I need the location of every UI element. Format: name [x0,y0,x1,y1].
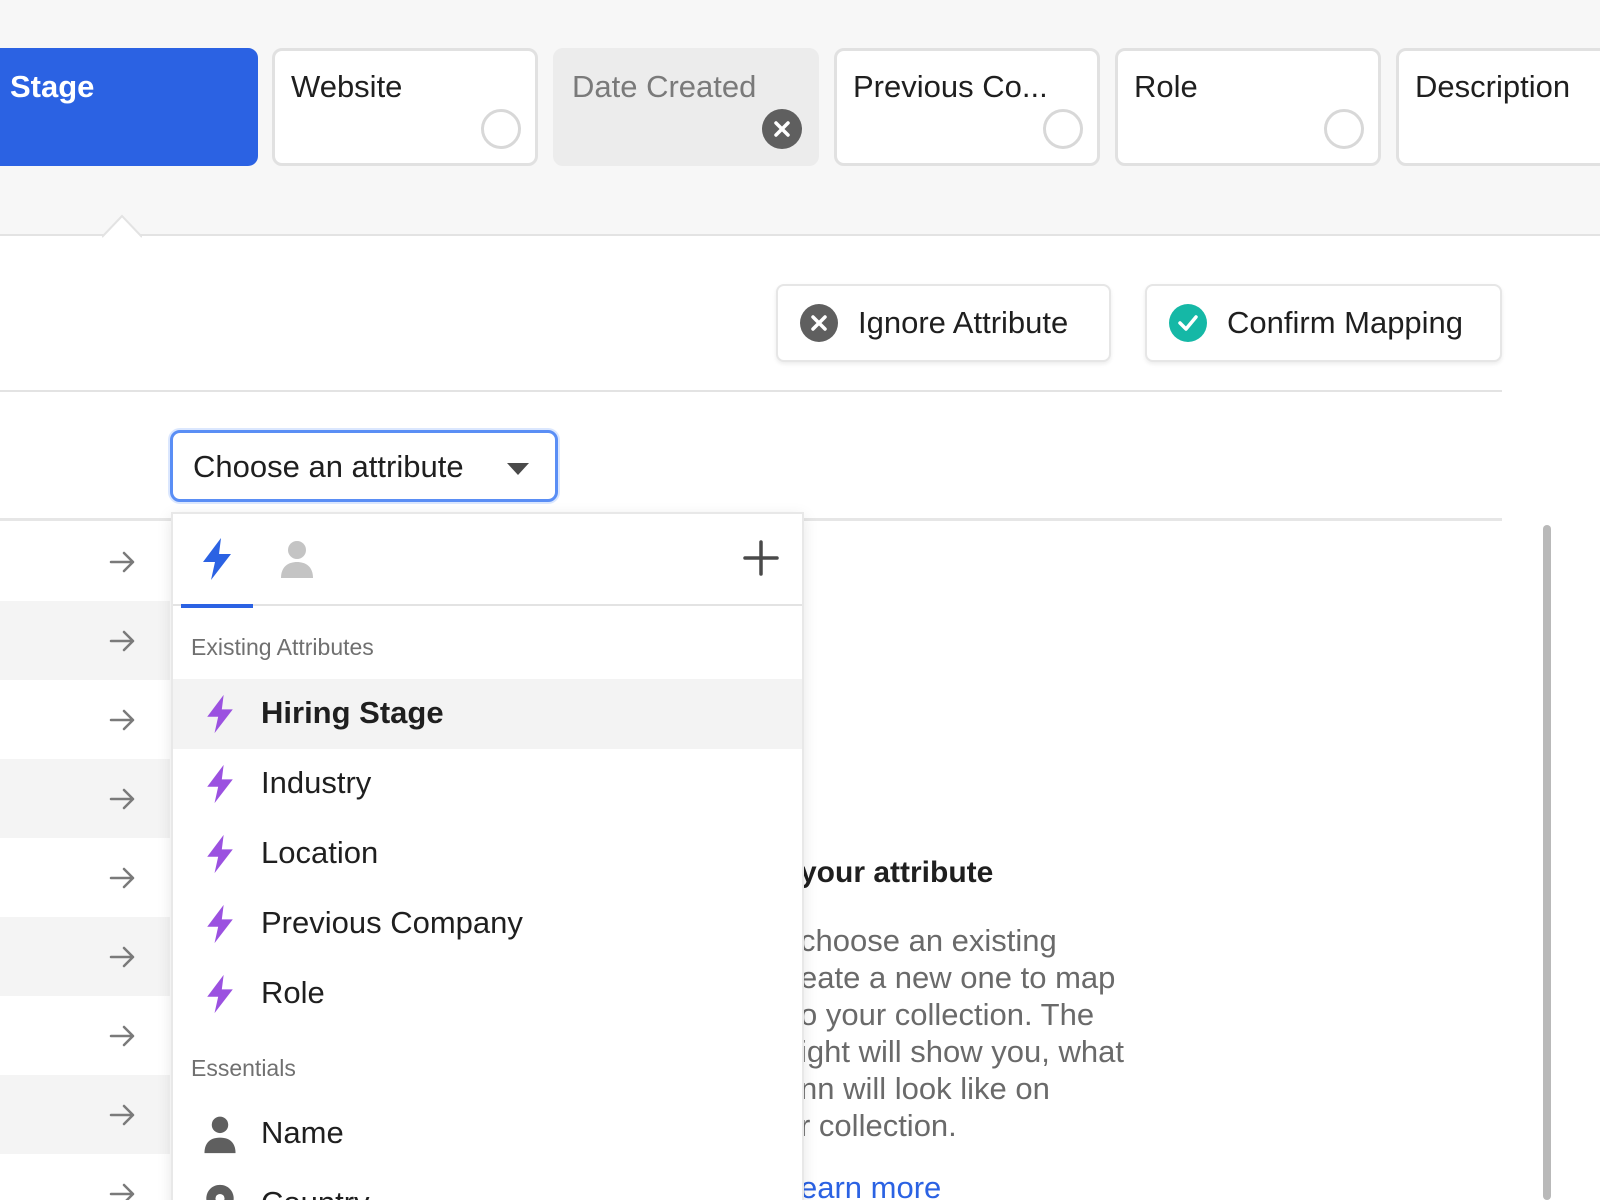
column-card-website[interactable]: Website [272,48,538,166]
list-item-label: Country [261,1185,370,1200]
column-label: Date Created [572,69,756,105]
ignore-attribute-label: Ignore Attribute [858,305,1068,341]
column-label: Website [291,69,402,105]
list-item-industry[interactable]: Industry [173,749,802,819]
list-item-hiring-stage[interactable]: Hiring Stage [173,679,802,749]
table-row [0,996,170,1075]
lightning-icon [201,693,239,735]
arrow-right-icon [108,1180,136,1200]
group-title-existing: Existing Attributes [191,634,374,661]
active-column-caret [102,212,142,236]
unmapped-circle-icon [1043,109,1083,149]
ignore-x-icon [800,304,838,342]
column-label: Description [1415,69,1570,105]
check-circle-icon [1169,304,1207,342]
tab-people[interactable] [253,514,333,606]
lightning-icon [197,536,237,582]
attribute-dropdown: Existing Attributes Hiring Stage Industr… [171,512,804,1200]
info-line: o your collection. The [800,996,1180,1033]
table-row [0,917,170,996]
arrow-right-icon [108,943,136,971]
attribute-select-value: Choose an attribute [193,449,464,485]
learn-more-link[interactable]: earn more [800,1170,941,1200]
divider [0,390,1502,392]
arrow-right-icon [108,1022,136,1050]
list-item-label: Role [261,975,325,1011]
column-strip: Stage Website Date Created Previous Co..… [0,0,1600,236]
attribute-select[interactable]: Choose an attribute [170,430,558,502]
info-line: choose an existing [800,922,1180,959]
list-item-name[interactable]: Name [173,1099,802,1169]
column-card-role[interactable]: Role [1115,48,1381,166]
table-row [0,522,170,601]
lightning-icon [201,763,239,805]
table-row [0,601,170,680]
column-label: Role [1134,69,1198,105]
info-line: r collection. [800,1107,1180,1144]
table-row [0,838,170,917]
arrow-right-icon [108,864,136,892]
scrollbar[interactable] [1543,525,1551,1200]
tab-attributes[interactable] [173,514,253,606]
unmapped-circle-icon [1324,109,1364,149]
chevron-down-icon [507,463,529,475]
arrow-right-icon [108,548,136,576]
table-row [0,1154,170,1200]
plus-icon[interactable] [741,538,781,578]
arrow-right-icon [108,785,136,813]
column-card-description[interactable]: Description [1396,48,1600,166]
arrow-right-icon [108,627,136,655]
unmapped-circle-icon [481,109,521,149]
confirm-mapping-button[interactable]: Confirm Mapping [1145,284,1502,362]
lightning-icon [201,903,239,945]
info-title: your attribute [800,856,993,890]
group-title-essentials: Essentials [191,1055,296,1082]
arrow-right-icon [108,1101,136,1129]
person-icon [277,536,317,582]
info-text: choose an existing eate a new one to map… [800,922,1180,1144]
table-row [0,680,170,759]
dropdown-tabs [173,514,802,606]
list-item-label: Name [261,1115,344,1151]
table-row [0,759,170,838]
ignored-x-icon [762,109,802,149]
column-card-previous-company[interactable]: Previous Co... [834,48,1100,166]
list-item-country[interactable]: Country [173,1169,802,1200]
info-line: nn will look like on [800,1070,1180,1107]
info-line: eate a new one to map [800,959,1180,996]
lightning-icon [201,973,239,1015]
list-item-label: Previous Company [261,905,523,941]
lightning-icon [201,833,239,875]
arrow-right-icon [108,706,136,734]
list-item-label: Location [261,835,378,871]
location-pin-icon [201,1183,239,1200]
column-label: Stage [10,69,94,105]
info-line: ight will show you, what [800,1033,1180,1070]
ignore-attribute-button[interactable]: Ignore Attribute [776,284,1111,362]
list-item-label: Hiring Stage [261,695,444,731]
list-item-previous-company[interactable]: Previous Company [173,889,802,959]
confirm-mapping-label: Confirm Mapping [1227,305,1463,341]
column-label: Previous Co... [853,69,1048,105]
column-card-date-created[interactable]: Date Created [553,48,819,166]
person-icon [201,1113,239,1155]
list-item-location[interactable]: Location [173,819,802,889]
table-row [0,1075,170,1154]
list-item-role[interactable]: Role [173,959,802,1029]
column-card-stage[interactable]: Stage [0,48,258,166]
list-item-label: Industry [261,765,371,801]
